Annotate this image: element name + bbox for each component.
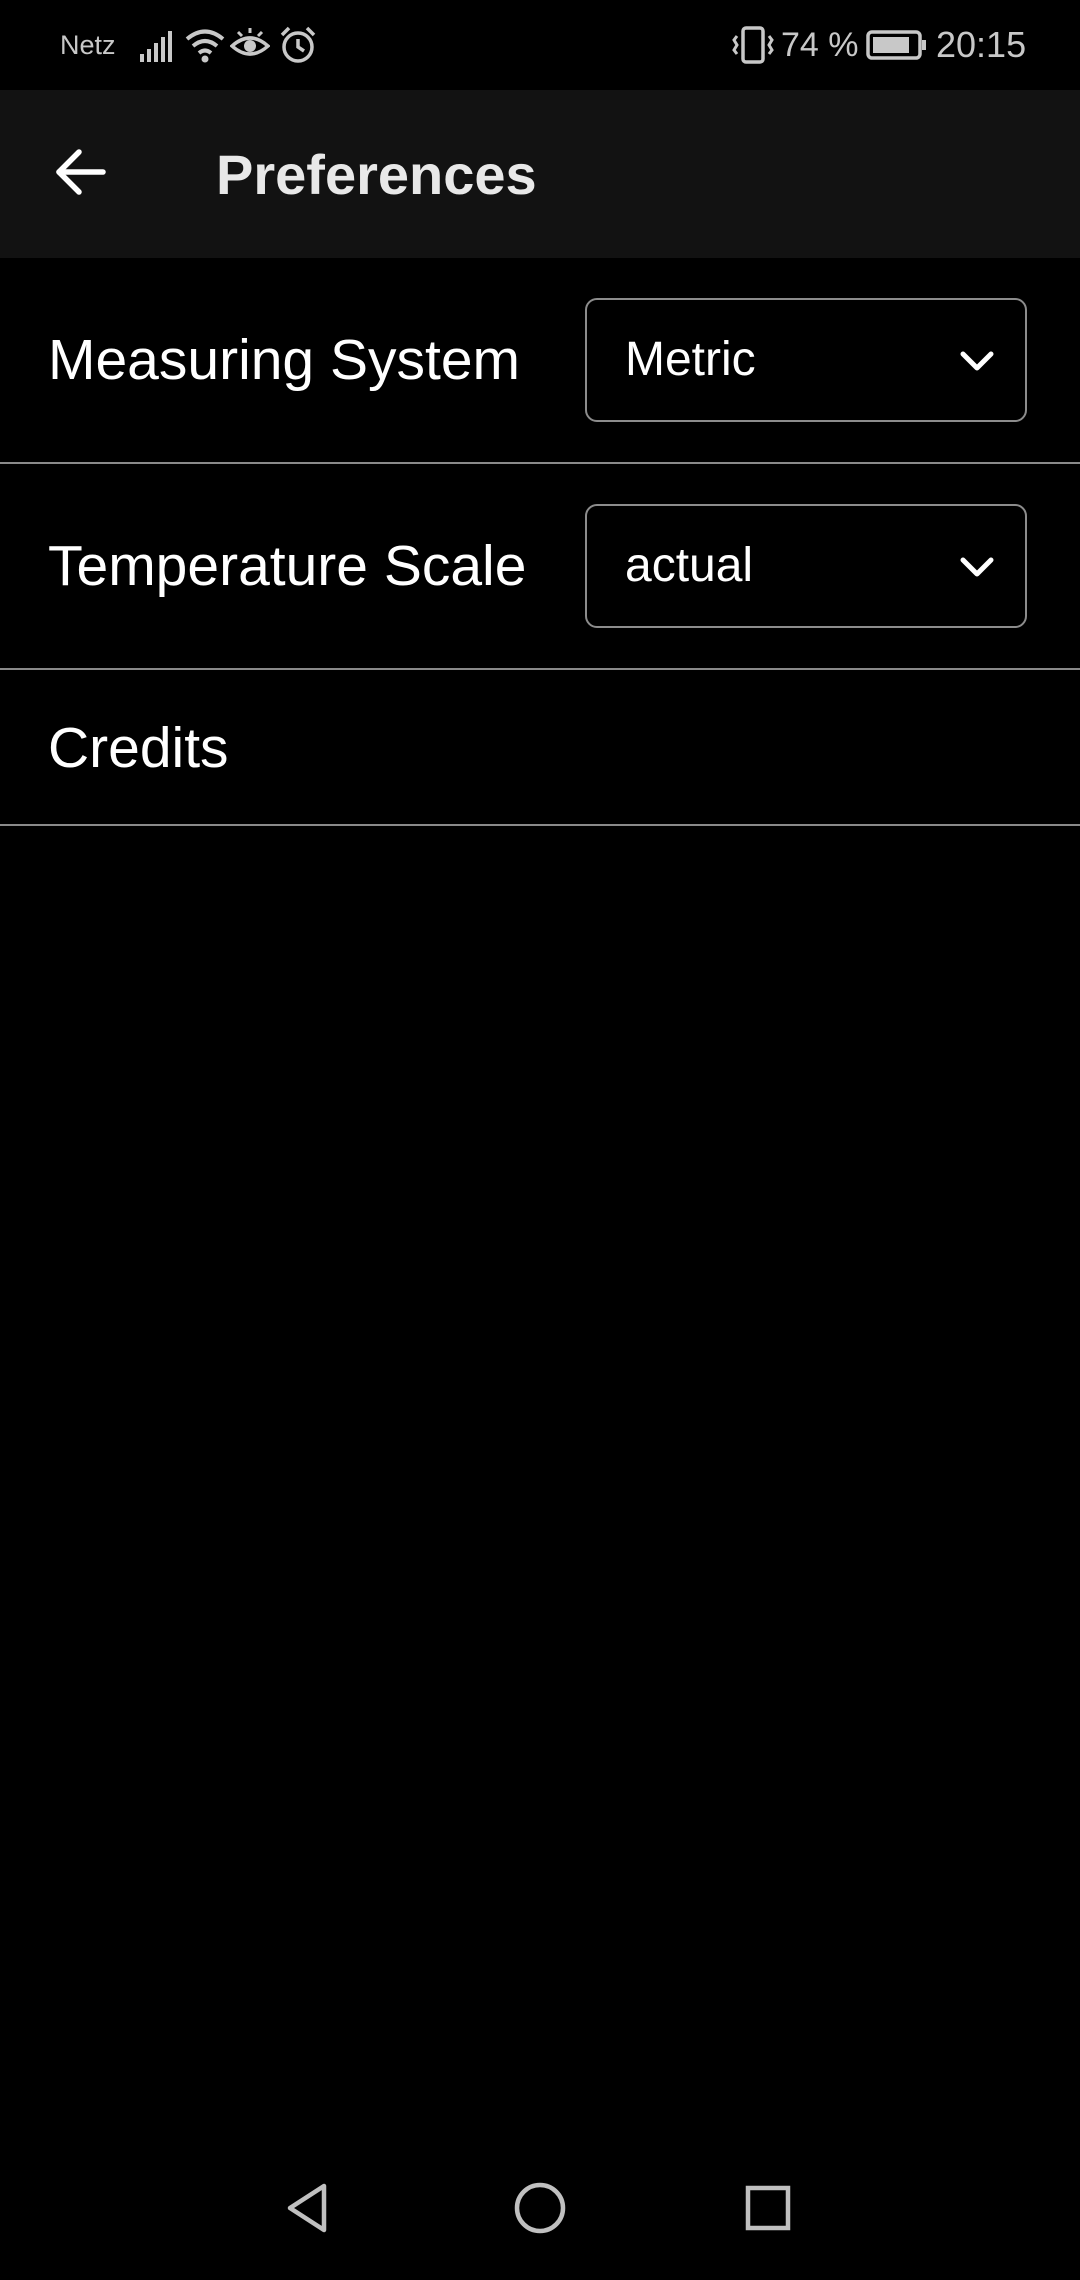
temperature-scale-select[interactable]: actual (585, 504, 1027, 628)
back-button[interactable] (40, 134, 120, 214)
wifi-icon (184, 24, 226, 66)
temperature-scale-row: Temperature Scale actual (0, 464, 1080, 670)
credits-row[interactable]: Credits (0, 670, 1080, 826)
carrier-label: Netz (60, 30, 116, 60)
eye-icon (229, 24, 271, 66)
alarm-icon (278, 24, 318, 66)
temperature-scale-value: actual (625, 539, 754, 592)
signal-icon (138, 24, 174, 66)
arrow-left-icon (53, 148, 107, 201)
battery-percent: 74 % (781, 26, 859, 64)
clock: 20:15 (936, 24, 1027, 65)
measuring-system-row: Measuring System Metric (0, 258, 1080, 464)
measuring-system-select[interactable]: Metric (585, 298, 1027, 422)
measuring-system-value: Metric (625, 333, 756, 386)
measuring-system-label: Measuring System (48, 328, 521, 392)
credits-label: Credits (48, 716, 229, 780)
temperature-scale-label: Temperature Scale (48, 534, 527, 598)
vibrate-icon (730, 24, 776, 66)
page-title: Preferences (216, 143, 537, 206)
app-bar: Preferences (0, 90, 1080, 258)
nav-recents-button[interactable] (728, 2170, 808, 2250)
navigation-bar (0, 2140, 1080, 2280)
battery-icon (866, 24, 928, 66)
home-circle-icon (512, 2180, 568, 2241)
nav-back-button[interactable] (268, 2170, 348, 2250)
chevron-down-icon (959, 348, 995, 379)
status-bar: Netz 74 % 20:15 (0, 0, 1080, 90)
chevron-down-icon (959, 554, 995, 585)
recents-square-icon (740, 2180, 796, 2241)
nav-home-button[interactable] (500, 2170, 580, 2250)
back-triangle-icon (280, 2180, 336, 2241)
